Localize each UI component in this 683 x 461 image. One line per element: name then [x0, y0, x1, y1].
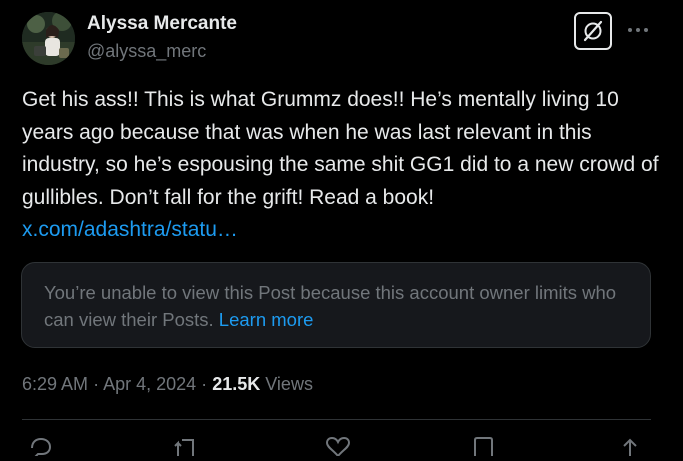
divider	[22, 419, 651, 420]
views-label: Views	[265, 374, 313, 394]
grok-icon	[583, 20, 603, 42]
unavailable-message: You’re unable to view this Post because …	[44, 282, 617, 330]
more-button[interactable]	[624, 18, 652, 42]
bookmark-button[interactable]	[469, 434, 499, 456]
unavailable-quote-card: You’re unable to view this Post because …	[21, 262, 651, 348]
share-button[interactable]	[616, 434, 646, 456]
avatar[interactable]	[22, 12, 75, 65]
bookmark-icon	[474, 437, 493, 456]
reply-icon	[31, 437, 52, 459]
share-icon	[623, 438, 637, 456]
grok-button[interactable]	[574, 12, 612, 50]
author-name[interactable]: Alyssa Mercante	[87, 13, 237, 35]
tweet-link[interactable]: x.com/adashtra/statu…	[22, 218, 238, 241]
repost-icon	[174, 439, 194, 456]
author-handle[interactable]: @alyssa_merc	[87, 40, 206, 62]
post-date[interactable]: Apr 4, 2024	[103, 374, 196, 394]
repost-button[interactable]	[172, 434, 202, 456]
learn-more-link[interactable]: Learn more	[219, 309, 314, 330]
tweet-meta: 6:29 AM · Apr 4, 2024 · 21.5K Views	[22, 372, 313, 396]
tweet-body: Get his ass!! This is what Grummz does!!…	[22, 84, 662, 247]
like-button[interactable]	[323, 434, 353, 457]
reply-button[interactable]	[26, 434, 56, 459]
meta-separator: ·	[201, 374, 208, 394]
meta-separator: ·	[93, 374, 100, 394]
more-icon	[628, 28, 648, 32]
post-time[interactable]: 6:29 AM	[22, 374, 88, 394]
like-icon	[325, 436, 351, 457]
tweet-text: Get his ass!! This is what Grummz does!!…	[22, 88, 659, 209]
views-count: 21.5K	[212, 374, 261, 394]
